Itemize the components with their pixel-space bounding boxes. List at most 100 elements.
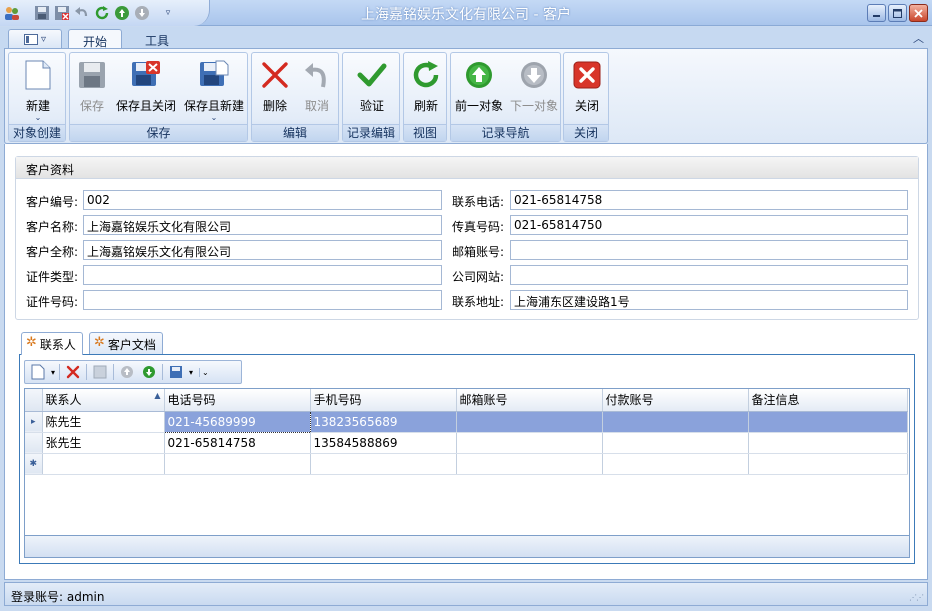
edit-row-icon[interactable] — [91, 363, 109, 381]
maximize-button[interactable] — [888, 4, 907, 22]
column-header[interactable]: 付款账号 — [602, 389, 749, 412]
table-cell[interactable] — [748, 432, 908, 454]
table-cell[interactable] — [602, 453, 749, 475]
id-type-field[interactable] — [83, 265, 442, 285]
column-header[interactable]: 联系人 ▲ — [42, 389, 165, 412]
save-button[interactable]: 保存 — [74, 59, 110, 114]
website-label: 公司网站: — [452, 270, 505, 284]
application-menu-button[interactable]: ▿ — [8, 29, 62, 48]
delete-button[interactable]: 删除 — [256, 59, 294, 114]
fax-field[interactable]: 021-65814750 — [510, 215, 908, 235]
customer-fullname-field[interactable]: 上海嘉铭娱乐文化有限公司 — [83, 240, 442, 260]
close-button[interactable]: 关闭 — [566, 59, 608, 114]
table-cell[interactable]: 13823565689 — [310, 411, 457, 433]
table-cell[interactable] — [456, 411, 603, 433]
move-down-icon[interactable] — [140, 363, 158, 381]
delete-row-icon[interactable] — [64, 363, 82, 381]
previous-record-button[interactable]: 前一对象 — [453, 59, 505, 114]
contacts-table: 联系人 ▲ 电话号码 手机号码 邮箱账号 付款账号 备注信息 ▸ 陈先生 021-… — [25, 389, 908, 475]
dropdown-arrow-icon[interactable]: ⌄ — [182, 114, 246, 122]
cancel-label: 取消 — [304, 99, 329, 113]
email-label: 邮箱账号: — [452, 245, 505, 259]
dropdown-arrow-icon[interactable]: ⌄ — [11, 114, 65, 122]
new-row[interactable]: ✱ — [25, 453, 908, 475]
resize-grip-icon[interactable]: ⋰⋰ — [909, 593, 924, 602]
table-cell[interactable] — [310, 453, 457, 475]
table-row[interactable]: ▸ 陈先生 021-45689999 13823565689 — [25, 410, 908, 433]
ribbon: 新建 ⌄ 对象创建 保存 保存且关闭 保存且新建 ⌄ 保存 删除 取消 编辑 验… — [4, 48, 928, 144]
ribbon-group-edit: 删除 取消 编辑 — [251, 52, 339, 142]
table-cell[interactable]: 陈先生 — [42, 411, 165, 433]
customer-code-field[interactable]: 002 — [83, 190, 442, 210]
table-cell[interactable]: 021-65814758 — [164, 432, 311, 454]
customer-code-label: 客户编号: — [26, 195, 79, 209]
new-row-icon[interactable] — [29, 363, 47, 381]
tab-customer-documents[interactable]: ✲ 客户文档 — [89, 332, 163, 354]
current-row-indicator-icon: ▸ — [25, 411, 43, 433]
fax-label: 传真号码: — [452, 220, 505, 234]
column-header[interactable]: 电话号码 — [164, 389, 311, 412]
tab-contacts[interactable]: ✲ 联系人 — [21, 332, 83, 355]
title-bar: ▿ 上海嘉铭娱乐文化有限公司 - 客户 — [0, 0, 932, 26]
tab-tools[interactable]: 工具 — [131, 29, 183, 50]
column-header[interactable]: 备注信息 — [748, 389, 908, 412]
id-number-label: 证件号码: — [26, 295, 79, 309]
table-cell[interactable] — [748, 411, 908, 433]
separator — [162, 364, 164, 380]
id-number-field[interactable] — [83, 290, 442, 310]
website-field[interactable] — [510, 265, 908, 285]
save-close-icon — [130, 59, 162, 91]
table-cell[interactable]: 13584588869 — [310, 432, 457, 454]
column-header[interactable]: 手机号码 — [310, 389, 457, 412]
save-new-button[interactable]: 保存且新建 ⌄ — [182, 59, 246, 122]
phone-field[interactable]: 021-65814758 — [510, 190, 908, 210]
tab-documents-label: 客户文档 — [107, 338, 156, 352]
table-cell[interactable] — [602, 411, 749, 433]
collapse-ribbon-icon[interactable]: ︿ — [913, 30, 924, 46]
save-grid-dropdown-icon[interactable]: ▾ — [189, 368, 193, 377]
group-label: 记录导航 — [451, 124, 560, 141]
refresh-button[interactable]: 刷新 — [406, 59, 446, 114]
minimize-button[interactable] — [867, 4, 886, 22]
save-disk-icon — [76, 59, 108, 91]
column-header[interactable]: 邮箱账号 — [456, 389, 603, 412]
table-cell[interactable] — [456, 453, 603, 475]
table-cell[interactable]: 021-45689999 — [163, 410, 311, 433]
arrow-up-circle-icon — [463, 59, 495, 91]
table-cell[interactable] — [748, 453, 908, 475]
move-up-icon[interactable] — [118, 363, 136, 381]
table-cell[interactable] — [164, 453, 311, 475]
group-label: 保存 — [70, 124, 247, 141]
table-cell[interactable] — [602, 432, 749, 454]
email-field[interactable] — [510, 240, 908, 260]
customer-name-label: 客户名称: — [26, 220, 79, 234]
cancel-button[interactable]: 取消 — [298, 59, 336, 114]
contacts-panel: ▾ ▾ ⌄ 联系人 ▲ 电话号码 手机号码 邮箱账号 付款账号 备注信息 ▸ 陈… — [19, 354, 915, 564]
toolbar-overflow-icon[interactable]: ⌄ — [199, 367, 209, 377]
ribbon-group-close: 关闭 关闭 — [563, 52, 609, 142]
new-button[interactable]: 新建 ⌄ — [11, 59, 65, 122]
ribbon-group-record-edit: 验证 记录编辑 — [342, 52, 400, 142]
new-label: 新建 — [25, 99, 50, 113]
gear-icon: ✲ — [26, 335, 37, 350]
separator — [86, 364, 88, 380]
table-cell[interactable] — [42, 453, 165, 475]
save-grid-icon[interactable] — [167, 363, 185, 381]
customer-name-field[interactable]: 上海嘉铭娱乐文化有限公司 — [83, 215, 442, 235]
contacts-grid: 联系人 ▲ 电话号码 手机号码 邮箱账号 付款账号 备注信息 ▸ 陈先生 021-… — [24, 388, 910, 558]
close-label: 关闭 — [574, 99, 599, 113]
tab-home[interactable]: 开始 — [68, 29, 123, 50]
header-row: 联系人 ▲ 电话号码 手机号码 邮箱账号 付款账号 备注信息 — [25, 389, 908, 412]
table-cell[interactable] — [456, 432, 603, 454]
close-window-button[interactable] — [909, 4, 928, 22]
new-row-dropdown-icon[interactable]: ▾ — [51, 368, 55, 377]
grid-footer — [25, 535, 909, 557]
save-close-button[interactable]: 保存且关闭 — [114, 59, 178, 114]
table-row[interactable]: 张先生 021-65814758 13584588869 — [25, 432, 908, 454]
group-label: 记录编辑 — [343, 124, 399, 141]
address-field[interactable]: 上海浦东区建设路1号 — [510, 290, 908, 310]
validate-button[interactable]: 验证 — [345, 59, 399, 114]
table-cell[interactable]: 张先生 — [42, 432, 165, 454]
validate-label: 验证 — [359, 99, 384, 113]
next-record-button[interactable]: 下一对象 — [507, 59, 561, 114]
